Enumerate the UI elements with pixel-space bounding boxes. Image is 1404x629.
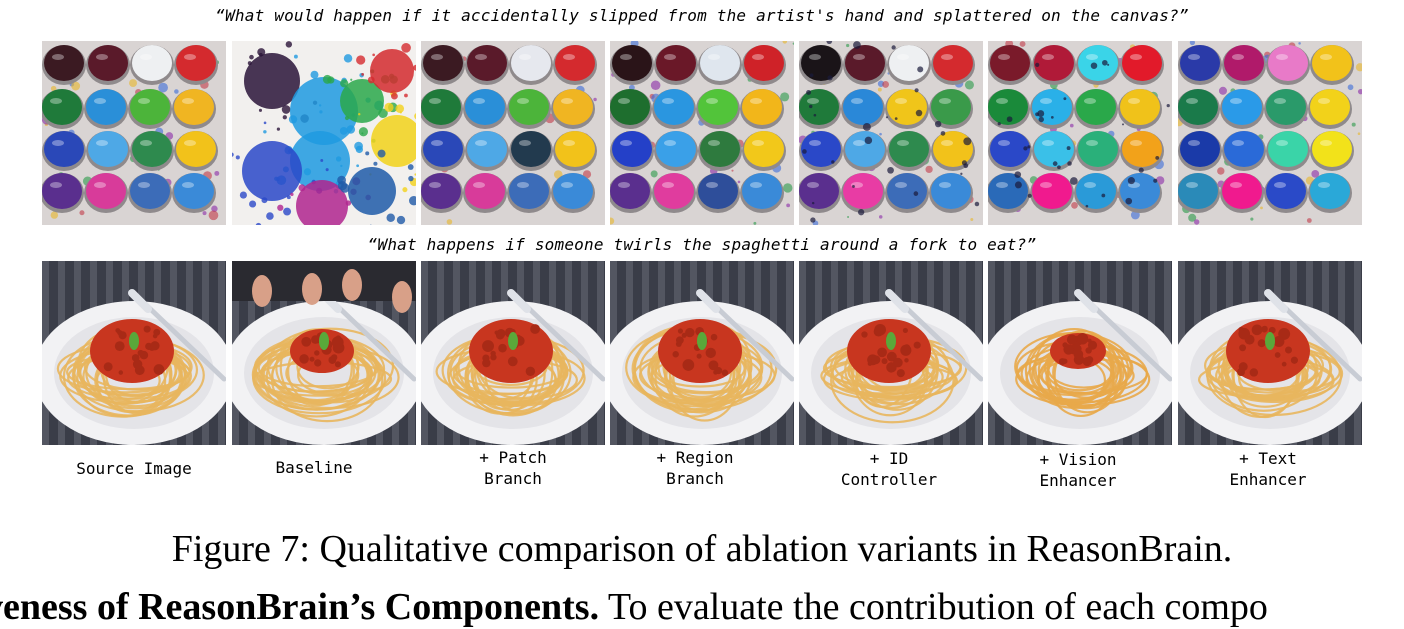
column-label-line1: Source Image xyxy=(42,458,226,479)
spaghetti-text-image xyxy=(1178,261,1362,445)
paint-palette-patch-image xyxy=(421,41,605,225)
column-label-line2: Branch xyxy=(421,468,605,489)
image-row-spaghetti xyxy=(0,261,1404,446)
spaghetti-baseline-image xyxy=(232,261,416,445)
paint-palette-region-image xyxy=(610,41,794,225)
column-label-line2: Enhancer xyxy=(986,470,1170,491)
body-text-bold: veness of ReasonBrain’s Components. xyxy=(0,586,599,628)
spaghetti-vision-image xyxy=(988,261,1172,445)
spaghetti-patch-image xyxy=(421,261,605,445)
figure-caption: Figure 7: Qualitative comparison of abla… xyxy=(0,527,1404,571)
column-label-line1: + Text xyxy=(1176,448,1360,469)
paint-palette-source-image xyxy=(42,41,226,225)
spaghetti-source-image xyxy=(42,261,226,445)
column-label-line1: + Patch xyxy=(421,447,605,468)
body-text-rest: To evaluate the contribution of each com… xyxy=(599,586,1268,628)
column-label-line1: + Vision xyxy=(986,449,1170,470)
column-label-line1: + Region xyxy=(603,447,787,468)
paint-palette-text-image xyxy=(1178,41,1362,225)
paint-splatter-baseline-image xyxy=(232,41,416,225)
column-label-line2: Enhancer xyxy=(1176,469,1360,490)
column-label-source: Source Image xyxy=(42,458,226,479)
prompt-row-1: “What would happen if it accidentally sl… xyxy=(0,6,1404,25)
spaghetti-id-image xyxy=(799,261,983,445)
paint-palette-id-image xyxy=(799,41,983,225)
column-label-line2: Controller xyxy=(797,469,981,490)
column-label-vision: + Vision Enhancer xyxy=(986,449,1170,491)
column-label-id: + ID Controller xyxy=(797,448,981,490)
image-row-paint xyxy=(0,41,1404,226)
column-label-text: + Text Enhancer xyxy=(1176,448,1360,490)
column-label-line2: Branch xyxy=(603,468,787,489)
column-label-baseline: Baseline xyxy=(222,457,406,478)
prompt-row-2: “What happens if someone twirls the spag… xyxy=(0,235,1404,254)
spaghetti-region-image xyxy=(610,261,794,445)
body-text-line: veness of ReasonBrain’s Components. To e… xyxy=(0,585,1404,629)
column-label-patch: + Patch Branch xyxy=(421,447,605,489)
paint-palette-vision-image xyxy=(988,41,1172,225)
column-label-line1: + ID xyxy=(797,448,981,469)
column-label-region: + Region Branch xyxy=(603,447,787,489)
column-label-line1: Baseline xyxy=(222,457,406,478)
